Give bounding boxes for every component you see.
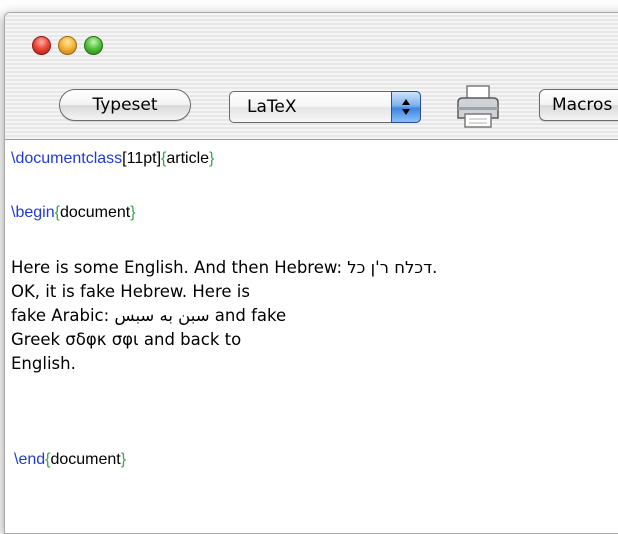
brace-close: } xyxy=(120,451,127,468)
brace-close: } xyxy=(209,150,215,167)
latex-command: \begin xyxy=(11,204,55,221)
latex-option: [11pt] xyxy=(122,150,162,167)
printer-icon[interactable] xyxy=(454,85,502,134)
source-line-documentclass: \documentclass[11pt]{article} xyxy=(11,150,214,168)
toolbar: Typeset LaTeX Macros xyxy=(5,13,618,140)
body-text-line: OK, it is fake Hebrew. Here is xyxy=(11,282,250,301)
editor-window: Typeset LaTeX Macros \documentclass[11pt… xyxy=(4,12,618,534)
format-popup[interactable]: LaTeX xyxy=(229,91,421,123)
minimize-window-button[interactable] xyxy=(58,36,77,55)
source-editor[interactable]: \documentclass[11pt]{article} \begin{doc… xyxy=(11,150,618,533)
typeset-button[interactable]: Typeset xyxy=(59,89,191,121)
body-text-line: Greek σδφκ σφι and back to xyxy=(11,330,242,349)
latex-argument: document xyxy=(59,204,131,221)
zoom-window-button[interactable] xyxy=(84,36,103,55)
source-line-end: \end{document} xyxy=(14,451,126,469)
latex-command: \documentclass xyxy=(11,150,123,167)
body-text-line: English. xyxy=(11,354,76,373)
latex-command: \end xyxy=(14,451,46,468)
macros-popup[interactable]: Macros xyxy=(539,89,618,121)
popup-arrows-icon xyxy=(391,91,421,123)
source-line-begin: \begin{document} xyxy=(11,204,136,222)
format-selected-value: LaTeX xyxy=(247,97,297,117)
brace-close: } xyxy=(130,204,136,221)
body-text-line: fake Arabic: سبن به سبس and fake xyxy=(11,306,287,325)
latex-argument: article xyxy=(166,150,210,167)
body-text-line: Here is some English. And then Hebrew: ד… xyxy=(11,258,438,277)
latex-argument: document xyxy=(50,451,121,468)
close-window-button[interactable] xyxy=(32,36,51,55)
